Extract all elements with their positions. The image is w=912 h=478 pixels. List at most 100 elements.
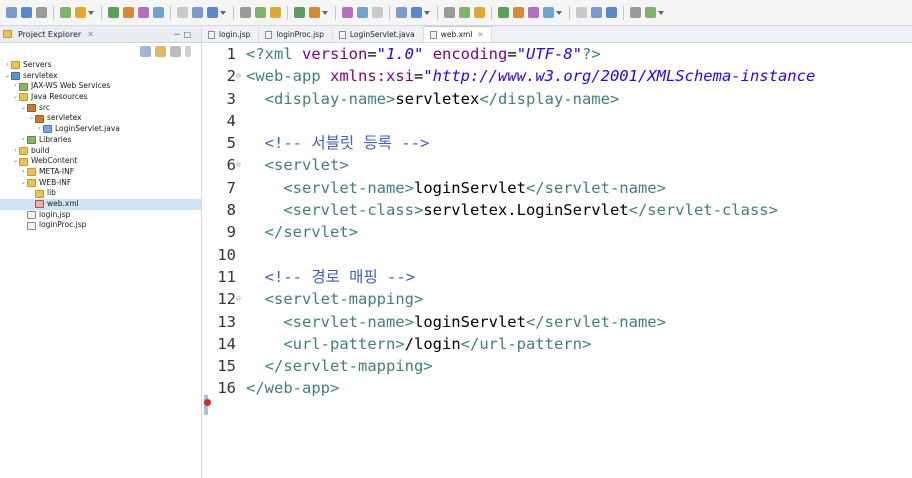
new-icon[interactable] — [591, 7, 602, 18]
new-icon[interactable] — [192, 7, 203, 18]
save-icon[interactable] — [606, 7, 617, 18]
new-icon[interactable] — [6, 7, 17, 18]
external-tools-icon[interactable] — [498, 7, 509, 18]
project-explorer-title[interactable]: Project Explorer — [18, 30, 81, 39]
debug-icon[interactable] — [255, 7, 266, 18]
expand-toggle-icon[interactable]: › — [12, 146, 19, 157]
dropdown-arrow-icon[interactable] — [658, 10, 664, 15]
tree-item[interactable]: ⌄ servletex — [0, 71, 201, 82]
expand-toggle-icon[interactable]: › — [12, 81, 19, 92]
fold-toggle-icon[interactable]: ⊖ — [236, 288, 244, 310]
code-line[interactable]: 12 ⊖ <servlet-mapping> — [210, 288, 815, 310]
code-line[interactable]: 7 <servlet-name>loginServlet</servlet-na… — [210, 177, 815, 199]
expand-toggle-icon[interactable]: › — [4, 60, 11, 71]
code-line[interactable]: 4 — [210, 110, 815, 132]
open-perspective-icon[interactable] — [372, 7, 383, 18]
expand-toggle-icon[interactable]: ⌄ — [12, 92, 19, 103]
save-icon[interactable] — [21, 7, 32, 18]
tree-item[interactable]: ⌄ src — [0, 103, 201, 114]
close-icon[interactable]: ✕ — [87, 30, 94, 39]
code-line[interactable]: 6 ⊖ <servlet> — [210, 154, 815, 176]
tree-item[interactable]: › build — [0, 146, 201, 157]
expand-toggle-icon[interactable]: ⌄ — [4, 71, 11, 82]
tree-item[interactable]: › Servers — [0, 60, 201, 71]
dropdown-arrow-icon[interactable] — [220, 10, 226, 15]
code-line[interactable]: 5 <!-- 서블릿 등록 --> — [210, 132, 815, 154]
error-marker-icon[interactable] — [204, 399, 211, 406]
run-icon[interactable] — [474, 7, 485, 18]
code-line[interactable]: 2 ⊖ <web-app xmlns:xsi="http://www.w3.org/… — [210, 65, 816, 87]
expand-toggle-icon[interactable]: ⌄ — [20, 178, 27, 189]
link-with-editor-icon[interactable] — [155, 45, 166, 57]
back-icon[interactable] — [138, 7, 149, 18]
dropdown-arrow-icon[interactable] — [88, 10, 94, 15]
search-icon[interactable] — [123, 7, 134, 18]
external-tools-icon[interactable] — [294, 7, 305, 18]
tree-item[interactable]: › META-INF — [0, 167, 201, 178]
search-icon[interactable] — [309, 7, 320, 18]
view-menu-icon[interactable] — [185, 45, 191, 57]
open-perspective-icon[interactable] — [177, 7, 188, 18]
back-icon[interactable] — [528, 7, 539, 18]
code-editor[interactable]: 1 <?xml version="1.0" encoding="UTF-8"?> 2… — [202, 43, 912, 478]
editor-tab[interactable]: web.xml ✕ — [423, 26, 493, 42]
print-icon[interactable] — [240, 7, 251, 18]
expand-toggle-icon[interactable]: › — [20, 135, 27, 146]
code-line[interactable]: 14 <url-pattern>/login</url-pattern> — [210, 333, 815, 355]
tree-item[interactable]: loginProc.jsp — [0, 220, 201, 231]
tree-item[interactable]: ⌄ WEB-INF — [0, 178, 201, 189]
code-line[interactable]: 15 </servlet-mapping> — [210, 355, 815, 377]
editor-tab[interactable]: LoginServlet.java — [333, 27, 424, 42]
back-icon[interactable] — [342, 7, 353, 18]
code-line[interactable]: 13 <servlet-name>loginServlet</servlet-n… — [210, 311, 815, 333]
expand-toggle-icon[interactable]: ⌄ — [28, 113, 35, 124]
tree-item[interactable]: lib — [0, 188, 201, 199]
tree-item[interactable]: › Libraries — [0, 135, 201, 146]
code-line[interactable]: 3 <display-name>servletex</display-name> — [210, 88, 815, 110]
code-line[interactable]: 16 </web-app> — [210, 377, 815, 399]
maximize-icon[interactable]: □ — [183, 30, 195, 39]
print-icon[interactable] — [630, 7, 641, 18]
fold-toggle-icon[interactable]: ⊖ — [236, 65, 244, 87]
tree-item[interactable]: ⌄ servletex — [0, 113, 201, 124]
debug-icon[interactable] — [60, 7, 71, 18]
dropdown-arrow-icon[interactable] — [556, 10, 562, 15]
run-icon[interactable] — [270, 7, 281, 18]
expand-toggle-icon[interactable]: ⌄ — [20, 103, 27, 114]
tree-item[interactable]: web.xml — [0, 198, 201, 210]
tree-item[interactable]: login.jsp — [0, 210, 201, 221]
expand-toggle-icon[interactable]: ⌄ — [12, 156, 19, 167]
code-line[interactable]: 8 <servlet-class>servletex.LoginServlet<… — [210, 199, 815, 221]
code-line[interactable]: 1 <?xml version="1.0" encoding="UTF-8"?> — [210, 43, 815, 65]
tree-item[interactable]: › JAX-WS Web Services — [0, 81, 201, 92]
dropdown-arrow-icon[interactable] — [424, 10, 430, 15]
run-icon[interactable] — [75, 7, 86, 18]
debug-icon[interactable] — [645, 7, 656, 18]
dropdown-arrow-icon[interactable] — [322, 10, 328, 15]
print-icon[interactable] — [36, 7, 47, 18]
editor-tab[interactable]: loginProc.jsp — [259, 27, 333, 42]
collapse-all-icon[interactable] — [140, 45, 151, 57]
new-icon[interactable] — [396, 7, 407, 18]
save-icon[interactable] — [411, 7, 422, 18]
expand-toggle-icon[interactable]: › — [20, 167, 27, 178]
debug-icon[interactable] — [459, 7, 470, 18]
expand-toggle-icon[interactable]: › — [36, 124, 43, 135]
code-line[interactable]: 11 <!-- 경로 매핑 --> — [210, 266, 815, 288]
editor-tab[interactable]: login.jsp — [202, 27, 260, 42]
forward-icon[interactable] — [153, 7, 164, 18]
tree-item[interactable]: ⌄ Java Resources — [0, 92, 201, 103]
open-perspective-icon[interactable] — [576, 7, 587, 18]
code-line[interactable]: 9 </servlet> — [210, 221, 815, 243]
save-icon[interactable] — [207, 7, 218, 18]
search-icon[interactable] — [513, 7, 524, 18]
close-icon[interactable]: ✕ — [477, 31, 483, 39]
forward-icon[interactable] — [357, 7, 368, 18]
tree-item[interactable]: ⌄ WebContent — [0, 156, 201, 167]
forward-icon[interactable] — [543, 7, 554, 18]
tree-item[interactable]: › LoginServlet.java — [0, 124, 201, 135]
print-icon[interactable] — [444, 7, 455, 18]
fold-toggle-icon[interactable]: ⊖ — [236, 154, 244, 176]
external-tools-icon[interactable] — [108, 7, 119, 18]
code-line[interactable]: 10 — [210, 244, 815, 266]
